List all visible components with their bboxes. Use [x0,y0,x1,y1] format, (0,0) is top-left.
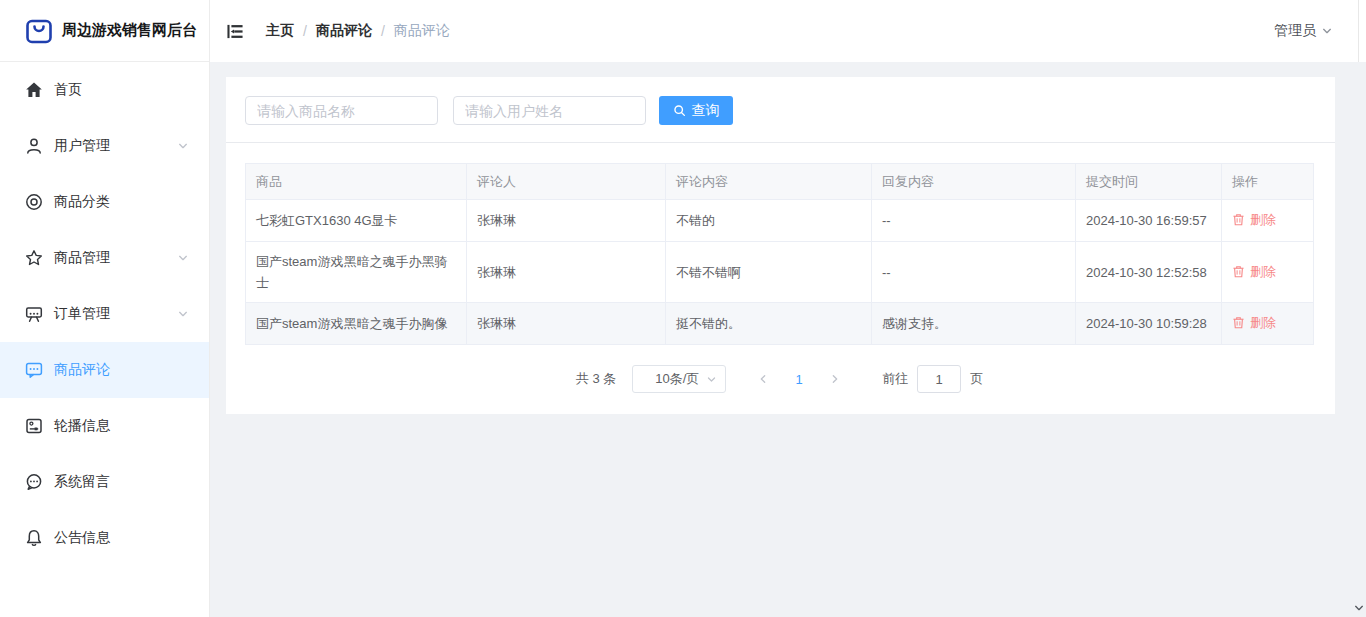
app-title: 周边游戏销售网后台 [62,21,197,40]
pagination: 共 3 条 10条/页 1 前往 页 [245,365,1314,393]
menu-item-label: 商品管理 [54,249,110,267]
table-row: 七彩虹GTX1630 4G显卡 张琳琳 不错的 -- 2024-10-30 16… [246,200,1314,242]
admin-label: 管理员 [1274,22,1316,40]
column-header: 回复内容 [872,164,1076,200]
carousel-icon [25,417,43,435]
cell-time: 2024-10-30 10:59:28 [1076,303,1222,345]
prev-page-button[interactable] [748,373,778,385]
search-bar: 查询 [226,77,1335,143]
search-button[interactable]: 查询 [659,96,733,125]
cell-time: 2024-10-30 16:59:57 [1076,200,1222,242]
content-area: 查询 商品评论人评论内容回复内容提交时间操作 七彩虹GTX1630 4G显卡 张… [210,62,1366,617]
user-icon [25,137,43,155]
cell-reply: -- [872,200,1076,242]
sidebar-item-orders[interactable]: 订单管理 [0,286,209,342]
app-logo: 周边游戏销售网后台 [0,0,209,62]
chevron-down-icon [177,140,189,152]
page-number-1[interactable]: 1 [784,372,814,387]
column-header: 商品 [246,164,467,200]
sidebar-item-messages[interactable]: 系统留言 [0,454,209,510]
cell-product: 七彩虹GTX1630 4G显卡 [246,200,467,242]
sidebar: 周边游戏销售网后台 首页 用户管理 商品分类 商品管理 订单管理 商品评论 轮播… [0,0,210,617]
order-icon [25,305,43,323]
cell-comment: 挺不错的。 [666,303,872,345]
cell-comment: 不错的 [666,200,872,242]
page-unit-label: 页 [970,370,983,388]
next-page-button[interactable] [820,373,850,385]
sidebar-item-home[interactable]: 首页 [0,62,209,118]
delete-button[interactable]: 删除 [1232,261,1276,282]
chevron-down-icon [177,308,189,320]
page-size-select[interactable]: 10条/页 [632,365,726,393]
sidebar-item-notices[interactable]: 公告信息 [0,510,209,566]
menu-item-label: 首页 [54,81,82,99]
home-icon [25,81,43,99]
star-icon [25,249,43,267]
breadcrumb-item-2[interactable]: 商品评论 [316,22,372,40]
breadcrumb-item-3: 商品评论 [394,22,450,40]
comments-table: 商品评论人评论内容回复内容提交时间操作 七彩虹GTX1630 4G显卡 张琳琳 … [245,163,1314,345]
cell-reply: -- [872,242,1076,303]
menu-item-label: 商品分类 [54,193,110,211]
product-name-input[interactable] [245,96,438,125]
delete-button[interactable]: 删除 [1232,209,1276,230]
sidebar-item-users[interactable]: 用户管理 [0,118,209,174]
menu-item-label: 用户管理 [54,137,110,155]
sidebar-item-goods[interactable]: 商品管理 [0,230,209,286]
cell-time: 2024-10-30 12:52:58 [1076,242,1222,303]
menu-item-label: 轮播信息 [54,417,110,435]
chevron-left-icon [757,373,769,385]
delete-button[interactable]: 删除 [1232,312,1276,333]
sidebar-item-comments[interactable]: 商品评论 [0,342,209,398]
cell-product: 国产steam游戏黑暗之魂手办黑骑士 [246,242,467,303]
search-icon [673,104,686,117]
cell-reviewer: 张琳琳 [467,200,666,242]
breadcrumb-item-1[interactable]: 主页 [266,22,294,40]
message-icon [25,473,43,491]
chevron-down-icon [177,252,189,264]
scrollbar-edge [1358,0,1359,62]
scrollbar-down-arrow[interactable] [1353,602,1365,614]
comment-icon [25,361,43,379]
column-header: 评论内容 [666,164,872,200]
cell-reviewer: 张琳琳 [467,242,666,303]
comments-table-wrap: 商品评论人评论内容回复内容提交时间操作 七彩虹GTX1630 4G显卡 张琳琳 … [226,143,1335,414]
cell-reply: 感谢支持。 [872,303,1076,345]
breadcrumb: 主页 / 商品评论 / 商品评论 [266,22,450,40]
menu-item-label: 订单管理 [54,305,110,323]
trash-icon [1232,213,1245,226]
cell-product: 国产steam游戏黑暗之魂手办胸像 [246,303,467,345]
comments-card: 查询 商品评论人评论内容回复内容提交时间操作 七彩虹GTX1630 4G显卡 张… [226,77,1335,414]
admin-dropdown[interactable]: 管理员 [1274,22,1333,40]
sidebar-item-category[interactable]: 商品分类 [0,174,209,230]
total-count: 共 3 条 [576,370,616,388]
sidebar-menu: 首页 用户管理 商品分类 商品管理 订单管理 商品评论 轮播信息 系统留言 [0,62,209,566]
breadcrumb-separator: / [381,23,385,39]
column-header: 操作 [1222,164,1314,200]
cell-reviewer: 张琳琳 [467,303,666,345]
menu-item-label: 公告信息 [54,529,110,547]
sidebar-fold-icon[interactable] [226,23,244,40]
cell-comment: 不错不错啊 [666,242,872,303]
menu-item-label: 系统留言 [54,473,110,491]
shopping-bag-icon [25,17,53,45]
goto-page-input[interactable] [917,365,961,393]
table-row: 国产steam游戏黑暗之魂手办黑骑士 张琳琳 不错不错啊 -- 2024-10-… [246,242,1314,303]
category-icon [25,193,43,211]
bell-icon [25,529,43,547]
table-row: 国产steam游戏黑暗之魂手办胸像 张琳琳 挺不错的。 感谢支持。 2024-1… [246,303,1314,345]
menu-item-label: 商品评论 [54,361,110,379]
trash-icon [1232,316,1245,329]
column-header: 评论人 [467,164,666,200]
breadcrumb-separator: / [303,23,307,39]
column-header: 提交时间 [1076,164,1222,200]
trash-icon [1232,265,1245,278]
chevron-down-icon [1321,25,1333,37]
chevron-down-icon [706,374,717,385]
sidebar-item-carousel[interactable]: 轮播信息 [0,398,209,454]
goto-label: 前往 [882,370,908,388]
user-name-input[interactable] [453,96,646,125]
topbar: 主页 / 商品评论 / 商品评论 管理员 [210,0,1366,62]
chevron-right-icon [829,373,841,385]
